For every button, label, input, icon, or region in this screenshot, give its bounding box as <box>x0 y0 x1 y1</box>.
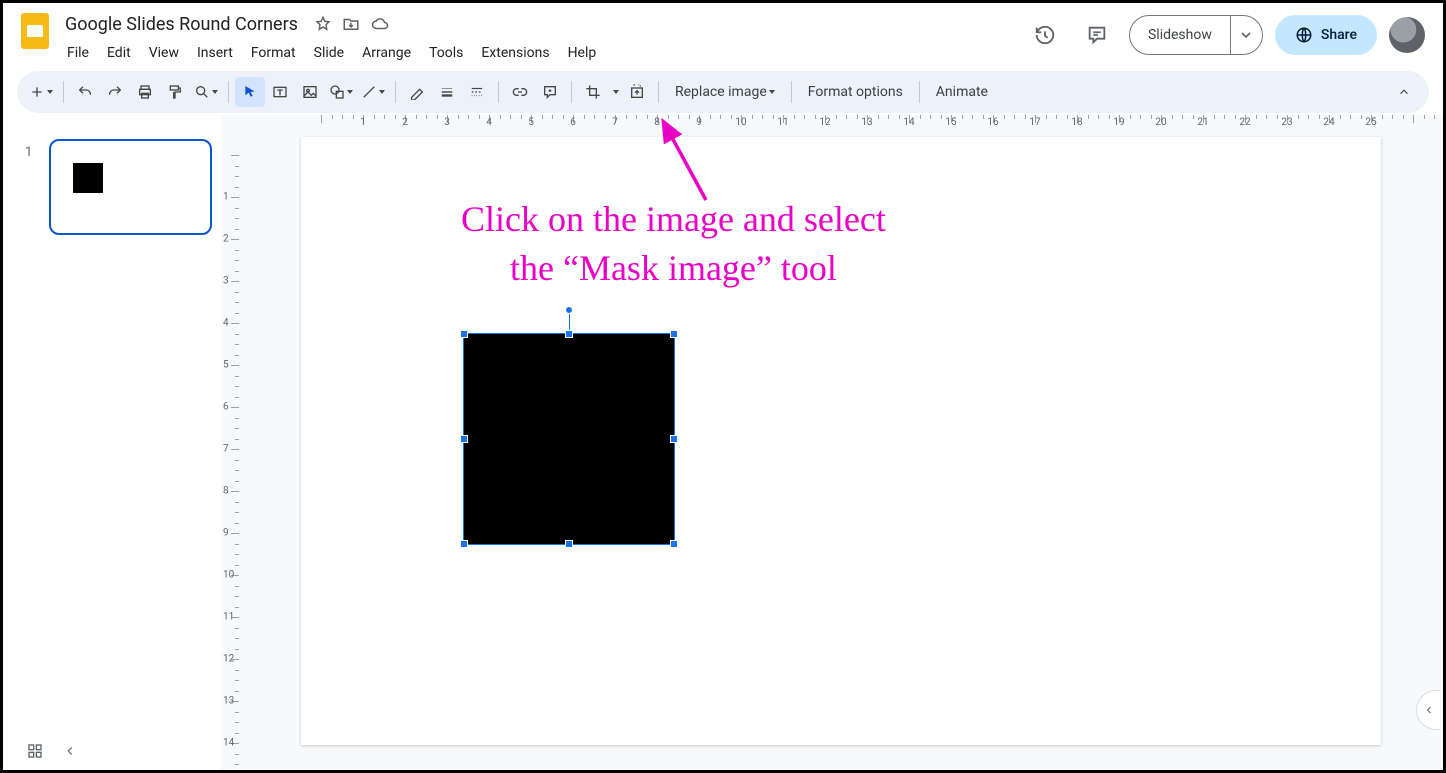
slide-number: 1 <box>25 145 32 160</box>
menu-arrange[interactable]: Arrange <box>354 41 419 65</box>
account-avatar[interactable] <box>1389 17 1425 53</box>
border-weight-button[interactable] <box>432 77 462 107</box>
move-icon[interactable] <box>342 15 360 33</box>
menu-bar: File Edit View Insert Format Slide Arran… <box>59 39 1025 67</box>
filmstrip: 1 <box>3 115 221 770</box>
animate-button[interactable]: Animate <box>926 77 998 107</box>
select-tool[interactable] <box>235 77 265 107</box>
insert-link-button[interactable] <box>505 77 535 107</box>
ruler-vertical: 1234567891011121314 <box>221 133 243 770</box>
resize-handle[interactable] <box>670 330 678 338</box>
line-button[interactable] <box>357 77 389 107</box>
textbox-button[interactable] <box>265 77 295 107</box>
menu-help[interactable]: Help <box>560 41 605 65</box>
resize-handle[interactable] <box>565 330 573 338</box>
border-color-button[interactable] <box>402 77 432 107</box>
menu-view[interactable]: View <box>141 41 187 65</box>
cloud-status-icon[interactable] <box>370 15 390 33</box>
reset-image-button[interactable] <box>622 77 652 107</box>
zoom-button[interactable] <box>190 77 222 107</box>
canvas-pane: 1234567891011121314151617181920212223242… <box>221 115 1443 770</box>
toolbar: Replace image Format options Animate <box>17 71 1429 113</box>
star-icon[interactable] <box>314 15 332 33</box>
menu-slide[interactable]: Slide <box>306 41 352 65</box>
history-icon[interactable] <box>1025 15 1065 55</box>
mask-image-dropdown[interactable] <box>608 77 622 107</box>
redo-button[interactable] <box>100 77 130 107</box>
resize-handle[interactable] <box>460 330 468 338</box>
border-dash-button[interactable] <box>462 77 492 107</box>
slide-thumbnail[interactable] <box>49 139 212 235</box>
doc-header: Google Slides Round Corners File Edit Vi… <box>3 3 1443 67</box>
crop-image-button[interactable] <box>578 77 608 107</box>
doc-title[interactable]: Google Slides Round Corners <box>59 12 304 37</box>
insert-comment-button[interactable] <box>535 77 565 107</box>
replace-image-button[interactable]: Replace image <box>665 77 785 107</box>
comments-icon[interactable] <box>1077 15 1117 55</box>
menu-format[interactable]: Format <box>243 41 304 65</box>
globe-icon <box>1295 26 1313 44</box>
print-button[interactable] <box>130 77 160 107</box>
resize-handle[interactable] <box>565 540 573 548</box>
slide-canvas[interactable]: Click on the image and select the “Mask … <box>301 137 1381 745</box>
rotation-handle[interactable] <box>565 306 573 314</box>
menu-insert[interactable]: Insert <box>189 41 241 65</box>
paintformat-button[interactable] <box>160 77 190 107</box>
slideshow-button[interactable]: Slideshow <box>1130 16 1230 54</box>
selected-image[interactable] <box>464 334 674 544</box>
undo-button[interactable] <box>70 77 100 107</box>
slideshow-button-group: Slideshow <box>1129 15 1263 55</box>
grid-view-icon[interactable] <box>27 743 43 759</box>
ruler-horizontal: 1234567891011121314151617181920212223242… <box>301 115 1421 133</box>
image-content <box>464 334 674 544</box>
newslide-button[interactable] <box>25 77 57 107</box>
format-options-button[interactable]: Format options <box>798 77 913 107</box>
menu-file[interactable]: File <box>59 41 97 65</box>
shape-button[interactable] <box>325 77 357 107</box>
menu-edit[interactable]: Edit <box>99 41 139 65</box>
menu-extensions[interactable]: Extensions <box>473 41 557 65</box>
rotation-line <box>569 314 570 330</box>
resize-handle[interactable] <box>670 435 678 443</box>
resize-handle[interactable] <box>460 435 468 443</box>
resize-handle[interactable] <box>460 540 468 548</box>
hide-menus-button[interactable] <box>1389 77 1419 107</box>
slides-logo[interactable] <box>15 11 55 51</box>
share-label: Share <box>1321 27 1357 43</box>
filmstrip-collapse-icon[interactable] <box>63 744 77 758</box>
thumbnail-content <box>73 163 103 193</box>
show-side-panel-button[interactable] <box>1416 690 1440 730</box>
resize-handle[interactable] <box>670 540 678 548</box>
workspace: 1 12345678910111213141516171819202122232… <box>3 115 1443 770</box>
menu-tools[interactable]: Tools <box>421 41 471 65</box>
annotation-text: Click on the image and select the “Mask … <box>461 195 886 292</box>
insert-image-button[interactable] <box>295 77 325 107</box>
share-button[interactable]: Share <box>1275 15 1377 55</box>
slideshow-dropdown[interactable] <box>1230 16 1262 54</box>
